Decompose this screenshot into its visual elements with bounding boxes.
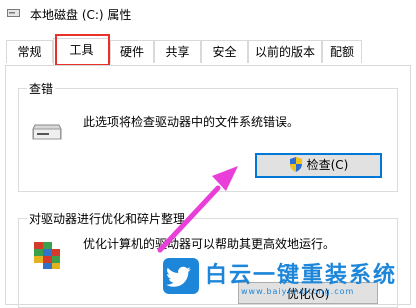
tab-security[interactable]: 安全 [201, 40, 248, 63]
shield-icon [289, 157, 302, 172]
tab-general[interactable]: 常规 [6, 40, 53, 63]
drive-icon [7, 9, 20, 17]
optimize-title: 对驱动器进行优化和碎片整理 [27, 210, 188, 227]
twitter-bird-icon [163, 258, 199, 294]
optimize-description: 优化计算机的驱动器可以帮助其更高效地运行。 [83, 237, 336, 251]
title-bar: 本地磁盘 (C:) 属性 [0, 0, 416, 28]
drive-icon [32, 124, 62, 140]
tab-previous-versions[interactable]: 以前的版本 [248, 40, 322, 63]
tab-sharing[interactable]: 共享 [154, 40, 201, 63]
watermark-url: www.baiyunxitong.com [241, 287, 355, 296]
watermark: 白云一键重装系统 www.baiyunxitong.com [163, 254, 416, 302]
window-title: 本地磁盘 (C:) 属性 [30, 8, 132, 22]
check-button-label: 检查(C) [306, 158, 349, 172]
error-check-title: 查错 [27, 80, 56, 97]
tab-quota[interactable]: 配额 [322, 40, 362, 63]
watermark-text: 白云一键重装系统 [205, 263, 398, 288]
check-button[interactable]: 检查(C) [255, 153, 382, 178]
tab-highlight-box [55, 34, 110, 66]
tab-hardware[interactable]: 硬件 [110, 40, 154, 63]
defrag-icon [34, 242, 60, 269]
error-check-description: 此选项将检查驱动器中的文件系统错误。 [83, 115, 300, 129]
